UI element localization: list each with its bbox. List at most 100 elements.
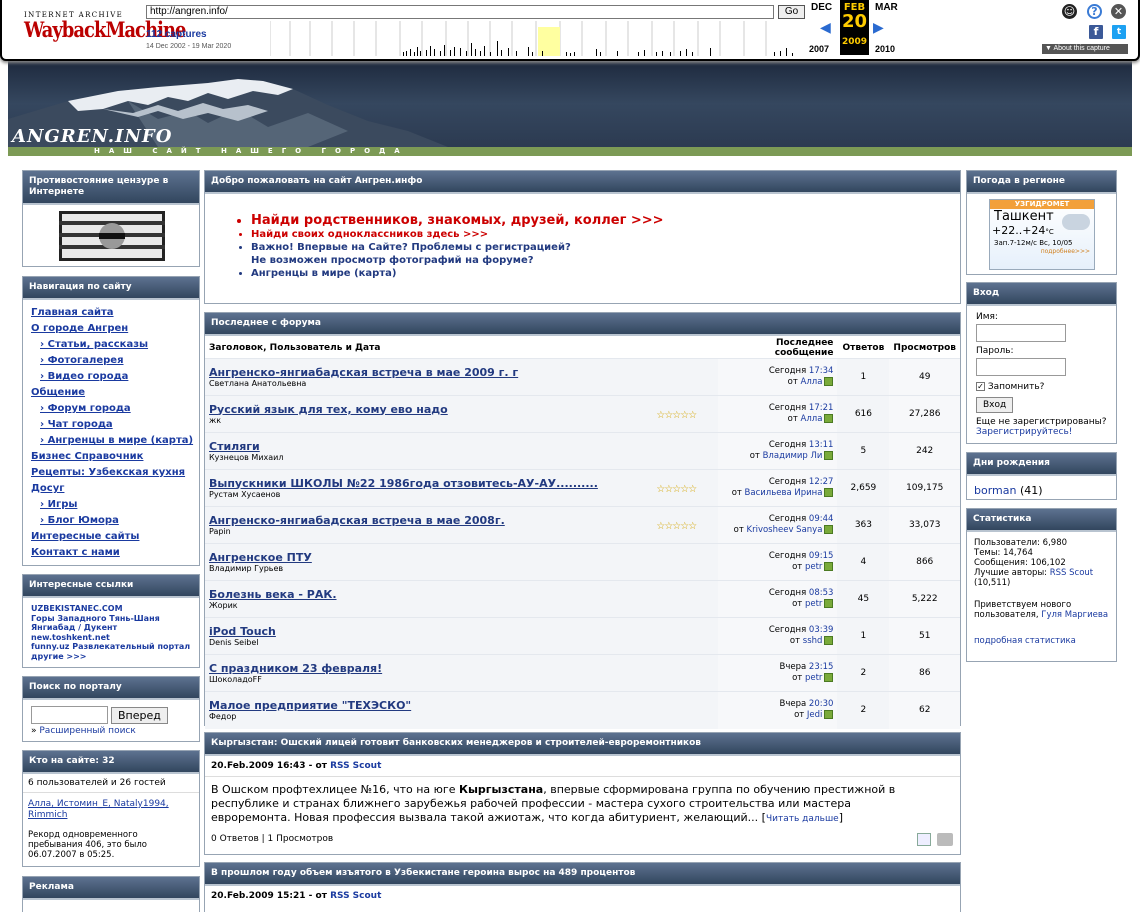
weather-widget[interactable]: УЗГИДРОМЕТ Ташкент +22..+24°C Зап.7-12м/… (989, 199, 1095, 270)
nav-link[interactable]: Контакт с нами (31, 545, 199, 561)
online-users[interactable]: Алла, Истомин_Е, Nataly1994, Rimmich (23, 793, 199, 825)
interesting-link[interactable]: funny.uz Развлекательный портал (31, 642, 199, 652)
last-post-time[interactable]: 20:30 (809, 699, 834, 709)
last-post-author-link[interactable]: Владимир Ли (763, 451, 823, 461)
wayback-prev-month[interactable]: DEC (811, 2, 832, 13)
login-button[interactable]: Вход (976, 397, 1014, 413)
nav-link[interactable]: › Статьи, рассказы (31, 337, 199, 353)
last-post-time[interactable]: 12:27 (809, 477, 834, 487)
news-author-link[interactable]: RSS Scout (330, 761, 381, 771)
last-post-time[interactable]: 13:11 (809, 440, 834, 450)
search-input[interactable] (31, 706, 108, 724)
interesting-link[interactable]: другие >>> (31, 652, 199, 662)
last-post-time[interactable]: 17:21 (809, 403, 834, 413)
interesting-link[interactable]: UZBEKISTANEC.COM (31, 604, 199, 614)
last-post-time[interactable]: 17:34 (809, 366, 834, 376)
find-relatives-link[interactable]: Найди родственников, знакомых, друзей, к… (251, 213, 664, 228)
nav-link[interactable]: Общение (31, 385, 199, 401)
search-button[interactable]: Вперед (111, 707, 168, 724)
go-to-post-icon[interactable] (824, 451, 834, 460)
detailed-stats-link[interactable]: подробная статистика (974, 636, 1076, 646)
about-capture-button[interactable]: ▼ About this capture (1042, 44, 1128, 54)
close-icon[interactable]: ✕ (1111, 4, 1126, 19)
user-icon[interactable]: ☺ (1062, 4, 1077, 19)
topic-link[interactable]: Малое предприятие "ТЕХЭСКО" (209, 699, 648, 712)
last-post-author-link[interactable]: sshd (803, 636, 823, 646)
last-post-author-link[interactable]: Jedi (807, 710, 823, 720)
topic-link[interactable]: С праздником 23 февраля! (209, 662, 648, 675)
read-more-link[interactable]: Читать дальше (766, 814, 839, 824)
go-to-post-icon[interactable] (824, 414, 834, 423)
interesting-link[interactable]: Горы Западного Тянь-Шаня (31, 614, 199, 624)
topic-link[interactable]: Ангренско-янгиабадская встреча в мае 200… (209, 366, 648, 379)
nav-link[interactable]: › Блог Юмора (31, 513, 199, 529)
topic-link[interactable]: Выпускники ШКОЛЫ №22 1986года отзовитесь… (209, 477, 648, 490)
last-post-author-link[interactable]: petr (805, 562, 822, 572)
last-post-author-link[interactable]: Алла (801, 377, 823, 387)
new-user-link[interactable]: Гуля Маргиева (1041, 610, 1108, 620)
username-input[interactable] (976, 324, 1066, 342)
topic-link[interactable]: Болезнь века - РАК. (209, 588, 648, 601)
nav-link[interactable]: Интересные сайты (31, 529, 199, 545)
go-to-post-icon[interactable] (824, 636, 834, 645)
nav-link[interactable]: › Чат города (31, 417, 199, 433)
interesting-link[interactable]: Янгиабад / Дукент (31, 623, 199, 633)
register-link[interactable]: Зарегистрируйтесь! (976, 427, 1072, 437)
go-to-post-icon[interactable] (824, 488, 834, 497)
last-post-time[interactable]: 09:44 (809, 514, 834, 524)
nav-link[interactable]: › Форум города (31, 401, 199, 417)
wayback-next-month[interactable]: MAR (875, 2, 898, 13)
nav-link[interactable]: Досуг (31, 481, 199, 497)
topic-link[interactable]: Ангренское ПТУ (209, 551, 648, 564)
nav-link[interactable]: Рецепты: Узбекская кухня (31, 465, 199, 481)
nav-link[interactable]: Главная сайта (31, 305, 199, 321)
last-post-time[interactable]: 03:39 (809, 625, 834, 635)
nav-link[interactable]: О городе Ангрен (31, 321, 199, 337)
help-icon[interactable]: ? (1087, 4, 1102, 19)
photo-help-link[interactable]: Не возможен просмотр фотографий на форум… (251, 255, 534, 266)
wayback-sparkline[interactable] (270, 21, 810, 56)
last-post-author-link[interactable]: Алла (801, 414, 823, 424)
password-input[interactable] (976, 358, 1066, 376)
wayback-captures-link[interactable]: 112 captures (146, 29, 207, 40)
interesting-link[interactable]: new.toshkent.net (31, 633, 199, 643)
wayback-prev-arrow-icon[interactable]: ◀ (820, 20, 831, 36)
topic-link[interactable]: Ангренско-янгиабадская встреча в мае 200… (209, 514, 648, 527)
world-map-link[interactable]: Ангренцы в мире (карта) (251, 268, 396, 279)
registration-help-link[interactable]: Важно! Впервые на Сайте? Проблемы с реги… (251, 242, 571, 253)
last-post-author-link[interactable]: petr (805, 599, 822, 609)
print-icon[interactable] (937, 833, 953, 846)
advanced-search-link[interactable]: Расширенный поиск (39, 726, 135, 736)
last-post-time[interactable]: 23:15 (809, 662, 834, 672)
go-to-post-icon[interactable] (824, 562, 834, 571)
remember-checkbox[interactable]: ✓ (976, 382, 985, 391)
last-post-author-link[interactable]: Васильева Ирина (745, 488, 823, 498)
wayback-go-button[interactable]: Go (778, 5, 805, 19)
topic-link[interactable]: Стиляги (209, 440, 648, 453)
go-to-post-icon[interactable] (824, 710, 834, 720)
last-post-time[interactable]: 08:53 (809, 588, 834, 598)
nav-link[interactable]: › Игры (31, 497, 199, 513)
find-classmates-link[interactable]: Найди своих одноклассников здесь >>> (251, 229, 488, 240)
go-to-post-icon[interactable] (824, 599, 834, 608)
wayback-url-input[interactable]: http://angren.info/ (146, 5, 774, 19)
nav-link[interactable]: › Ангренцы в мире (карта) (31, 433, 199, 449)
facebook-icon[interactable]: f (1089, 25, 1103, 39)
last-post-time[interactable]: 09:15 (809, 551, 834, 561)
nav-link[interactable]: › Фотогалерея (31, 353, 199, 369)
topic-link[interactable]: iPod Touch (209, 625, 648, 638)
censorship-banner-image[interactable] (59, 211, 165, 261)
go-to-post-icon[interactable] (824, 377, 834, 386)
stats-best-user-link[interactable]: RSS Scout (1050, 568, 1093, 578)
go-to-post-icon[interactable] (824, 673, 834, 682)
topic-link[interactable]: Русский язык для тех, кому ево надо (209, 403, 648, 416)
last-post-author-link[interactable]: petr (805, 673, 822, 683)
wayback-next-arrow-icon[interactable]: ▶ (873, 20, 884, 36)
nav-link[interactable]: Бизнес Справочник (31, 449, 199, 465)
news2-author-link[interactable]: RSS Scout (330, 891, 381, 901)
nav-link[interactable]: › Видео города (31, 369, 199, 385)
comment-icon[interactable] (917, 833, 931, 846)
go-to-post-icon[interactable] (824, 525, 834, 534)
birthday-user-link[interactable]: borman (974, 484, 1016, 497)
last-post-author-link[interactable]: Krivosheev Sanya (747, 525, 823, 535)
